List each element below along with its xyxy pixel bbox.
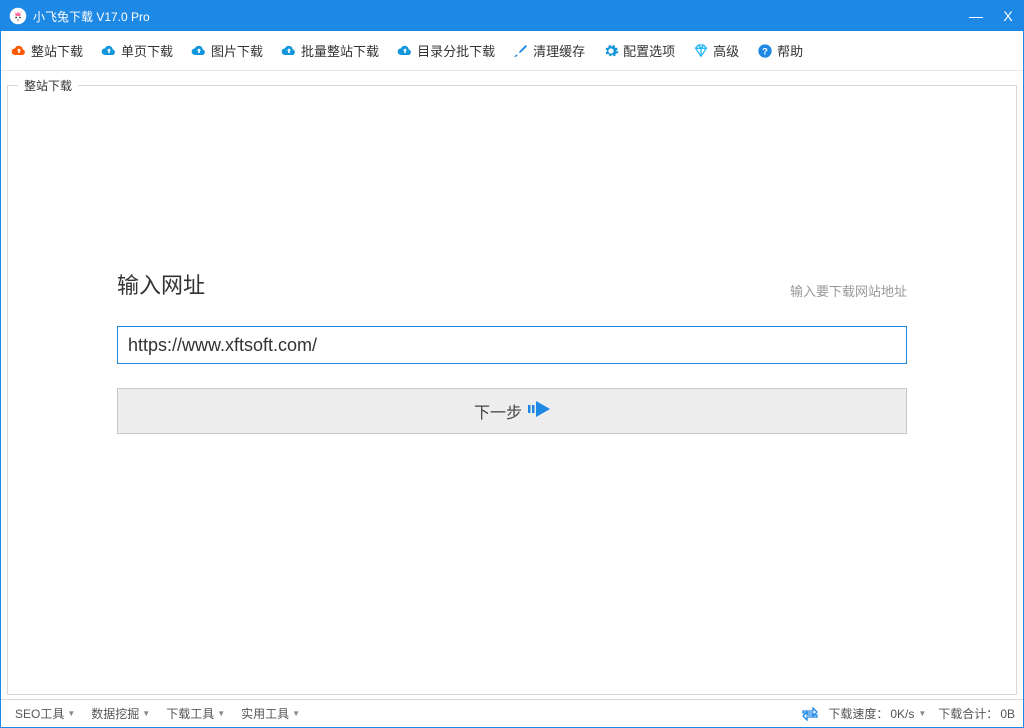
chevron-down-icon[interactable]: ▼ bbox=[918, 709, 926, 718]
toolbar-advanced[interactable]: 高级 bbox=[693, 41, 739, 60]
chevron-down-icon: ▼ bbox=[142, 709, 150, 718]
status-menu-data-mining[interactable]: 数据挖掘▼ bbox=[85, 705, 156, 722]
toolbar-label: 清理缓存 bbox=[533, 41, 585, 60]
close-button[interactable]: X bbox=[1001, 8, 1015, 24]
total-value: 0B bbox=[1000, 707, 1015, 721]
status-menu-download-tools[interactable]: 下载工具▼ bbox=[160, 705, 231, 722]
download-panel: 整站下载 输入网址 输入要下载网站地址 下一步 bbox=[7, 85, 1017, 695]
url-input[interactable] bbox=[117, 326, 907, 364]
toolbar-batch-whole[interactable]: 批量整站下载 bbox=[281, 41, 379, 60]
toolbar-config[interactable]: 配置选项 bbox=[603, 41, 675, 60]
toolbar-label: 帮助 bbox=[777, 41, 803, 60]
toolbar-label: 配置选项 bbox=[623, 41, 675, 60]
next-button[interactable]: 下一步 bbox=[117, 388, 907, 434]
status-bar: SEO工具▼数据挖掘▼下载工具▼实用工具▼ 下载速度： 0K/s ▼ 下载合计：… bbox=[1, 699, 1023, 727]
toolbar-help[interactable]: ? 帮助 bbox=[757, 41, 803, 60]
help-icon: ? bbox=[757, 43, 773, 59]
main-toolbar: 整站下载 单页下载 图片下载 批量整站下载 目录分批下载 清理缓存 配置选项 高级? 帮助 bbox=[1, 31, 1023, 71]
brush-icon bbox=[513, 43, 529, 59]
cloud-icon bbox=[101, 43, 117, 59]
cloud-icon bbox=[11, 43, 27, 59]
gear-icon bbox=[603, 43, 619, 59]
panel-title: 整站下载 bbox=[18, 77, 78, 94]
minimize-button[interactable]: — bbox=[969, 8, 983, 24]
status-menu-seo-tools[interactable]: SEO工具▼ bbox=[9, 705, 81, 722]
toolbar-label: 整站下载 bbox=[31, 41, 83, 60]
title-bar: 小飞兔下载 V17.0 Pro — X bbox=[1, 1, 1023, 31]
svg-text:?: ? bbox=[762, 46, 768, 56]
url-label: 输入网址 bbox=[117, 268, 205, 300]
toolbar-label: 批量整站下载 bbox=[301, 41, 379, 60]
toolbar-image[interactable]: 图片下载 bbox=[191, 41, 263, 60]
diamond-icon bbox=[693, 43, 709, 59]
status-menu-label: 下载工具 bbox=[166, 705, 214, 722]
transfer-icon bbox=[802, 706, 818, 722]
status-menu-label: SEO工具 bbox=[15, 705, 64, 722]
toolbar-label: 高级 bbox=[713, 41, 739, 60]
cloud-icon bbox=[397, 43, 413, 59]
window-controls: — X bbox=[969, 8, 1015, 24]
chevron-down-icon: ▼ bbox=[67, 709, 75, 718]
cloud-icon bbox=[191, 43, 207, 59]
toolbar-single-page[interactable]: 单页下载 bbox=[101, 41, 173, 60]
main-area: 整站下载 输入网址 输入要下载网站地址 下一步 bbox=[1, 71, 1023, 699]
url-hint: 输入要下载网站地址 bbox=[790, 281, 907, 300]
toolbar-clear-cache[interactable]: 清理缓存 bbox=[513, 41, 585, 60]
toolbar-whole-site[interactable]: 整站下载 bbox=[11, 41, 83, 60]
total-label: 下载合计： bbox=[938, 705, 998, 722]
chevron-down-icon: ▼ bbox=[217, 709, 225, 718]
toolbar-label: 目录分批下载 bbox=[417, 41, 495, 60]
speed-value: 0K/s bbox=[890, 707, 914, 721]
toolbar-directory-batch[interactable]: 目录分批下载 bbox=[397, 41, 495, 60]
arrow-right-icon bbox=[528, 401, 550, 422]
toolbar-label: 单页下载 bbox=[121, 41, 173, 60]
status-menu-label: 数据挖掘 bbox=[91, 705, 139, 722]
window-title: 小飞兔下载 V17.0 Pro bbox=[33, 8, 969, 25]
app-logo-icon bbox=[9, 7, 27, 25]
cloud-icon bbox=[281, 43, 297, 59]
toolbar-label: 图片下载 bbox=[211, 41, 263, 60]
status-menu-utility-tools[interactable]: 实用工具▼ bbox=[235, 705, 306, 722]
speed-label: 下载速度： bbox=[828, 705, 888, 722]
next-button-label: 下一步 bbox=[474, 399, 522, 423]
status-menu-label: 实用工具 bbox=[241, 705, 289, 722]
chevron-down-icon: ▼ bbox=[292, 709, 300, 718]
